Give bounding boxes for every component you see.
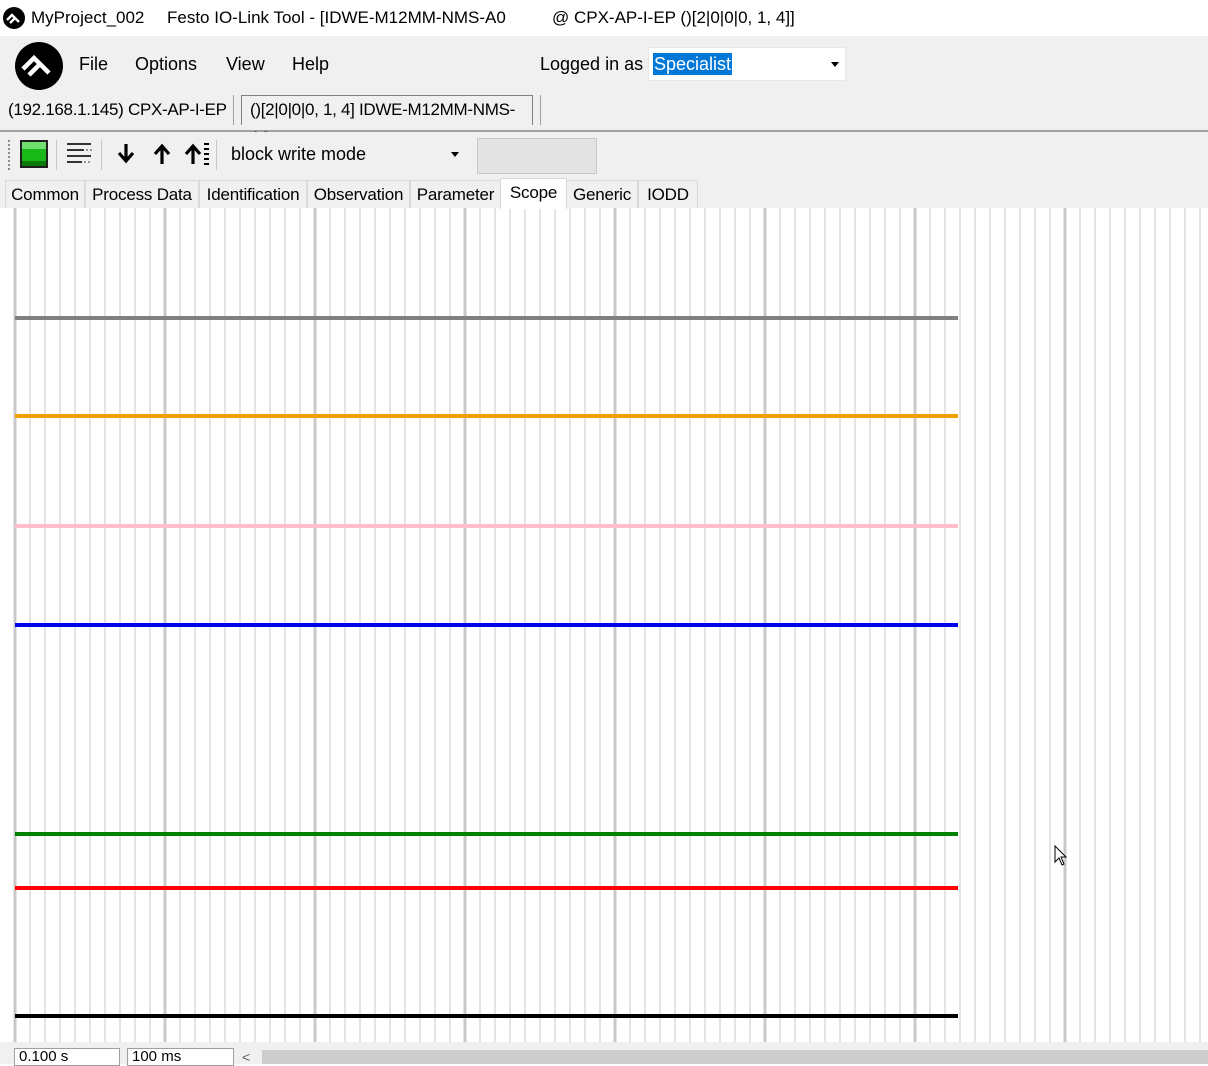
online-status-button[interactable] [18, 138, 50, 170]
tab-strip: Common Process Data Identification Obser… [0, 178, 1208, 209]
tab-observation[interactable]: Observation [307, 180, 410, 208]
user-role-dropdown[interactable]: Specialist [648, 47, 846, 81]
scroll-left-icon[interactable]: < [242, 1050, 250, 1064]
tab-common[interactable]: Common [5, 180, 85, 208]
write-mode-dropdown[interactable]: block write mode [224, 137, 468, 171]
divider [56, 140, 57, 170]
tab-generic[interactable]: Generic [566, 180, 638, 208]
chevron-down-icon [831, 62, 839, 67]
tab-process-data[interactable]: Process Data [85, 180, 199, 208]
window-title-bar: MyProject_002 Festo IO-Link Tool - [IDWE… [0, 0, 1208, 36]
horizontal-scrollbar[interactable] [262, 1050, 1208, 1064]
tab-parameter[interactable]: Parameter [410, 180, 501, 208]
settings-list-icon [67, 143, 92, 163]
scope-plot [13, 208, 1201, 1042]
divider [101, 140, 102, 170]
download-arrow-icon [117, 144, 135, 164]
time-base-field[interactable]: 0.100 s [14, 1048, 120, 1066]
status-bar: 0.100 s 100 ms < [0, 1042, 1208, 1066]
menu-options[interactable]: Options [135, 52, 197, 76]
device-bar: (192.168.1.145) CPX-AP-I-EP ()[2|0|0|0, … [0, 90, 1208, 147]
divider [216, 140, 217, 170]
device-location: @ CPX-AP-I-EP ()[2|0|0|0, 1, 4]] [552, 8, 795, 27]
menu-bar: File Options View Help Logged in as Spec… [0, 36, 1208, 90]
logged-in-label: Logged in as [540, 54, 644, 74]
scope-panel[interactable] [5, 208, 1205, 1042]
download-button[interactable] [110, 138, 142, 170]
settings-list-button[interactable] [63, 138, 95, 170]
tab-scope[interactable]: Scope [500, 178, 567, 209]
project-name: MyProject_002 [31, 8, 145, 27]
device-tab[interactable]: ()[2|0|0|0, 1, 4] IDWE-M12MM-NMS-A0 [241, 95, 533, 147]
festo-app-icon [3, 7, 25, 29]
upload-arrow-icon [153, 143, 171, 164]
write-mode-value: block write mode [231, 144, 367, 164]
upload-button[interactable] [146, 138, 178, 170]
menu-file[interactable]: File [79, 52, 108, 76]
tab-identification[interactable]: Identification [199, 180, 307, 208]
online-status-icon [20, 140, 48, 168]
menu-view[interactable]: View [226, 52, 265, 76]
divider [540, 95, 541, 125]
sample-interval-field[interactable]: 100 ms [127, 1048, 234, 1066]
tab-iodd[interactable]: IODD [638, 180, 698, 208]
upload-all-icon [184, 143, 209, 165]
divider [233, 95, 234, 125]
toolbar: block write mode [0, 132, 1208, 178]
user-role-value: Specialist [653, 53, 733, 75]
upload-all-button[interactable] [180, 138, 212, 170]
app-title: Festo IO-Link Tool - [IDWE-M12MM-NMS-A0 [167, 8, 506, 27]
master-device-label[interactable]: (192.168.1.145) CPX-AP-I-EP [8, 99, 227, 121]
mouse-cursor-icon [1054, 845, 1068, 866]
toolbar-status-field [477, 138, 597, 174]
toolbar-grip[interactable] [8, 140, 10, 170]
chevron-down-icon [451, 152, 459, 157]
menu-help[interactable]: Help [292, 52, 329, 76]
festo-logo [15, 42, 63, 90]
